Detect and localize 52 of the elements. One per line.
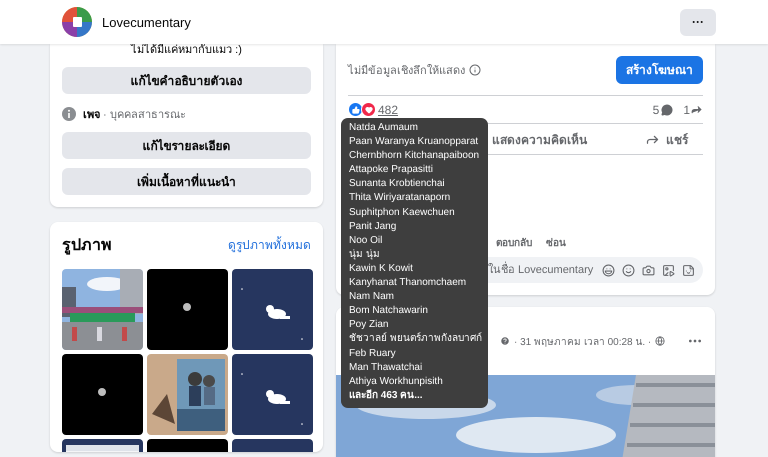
globe-icon [655,336,666,346]
comment-count[interactable]: 5 [652,102,660,116]
reactor-name: Chernbhorn Kitchanapaiboon [349,149,480,164]
reactor-name: Man Thawatchai [349,360,424,375]
more-reactors-text: และอีก 463 คน... [349,388,424,403]
page-avatar[interactable] [62,7,92,37]
reactor-name: Natda Aumaum [349,121,419,135]
insights-text: ไม่มีข้อมูลเชิงลึกให้แสดง [348,63,465,78]
page-category: เพจ · บุคคลสาธารณะ [83,108,186,123]
reactor-name: Paan Waranya Kruanopparat [349,135,480,150]
camera-icon[interactable] [642,264,655,276]
comment-field[interactable]: ในชื่อ Lovecumentary [488,260,595,280]
help-icon [500,336,510,346]
reactor-name: Kawin K Kowit [349,262,414,276]
reactor-name: Poy Zian [349,318,390,332]
info-icon [469,64,481,76]
reactor-name: Thita Wiriyaratanaporn [349,191,452,206]
share-count[interactable]: 1 [683,102,690,116]
see-all-photos-link[interactable]: ดูรูปภาพทั้งหมด [228,235,311,254]
page-action-button[interactable]: แก้ไขรายละเอียด [62,132,311,159]
comment-button[interactable]: แสดงความคิดเห็น [488,126,591,152]
reactor-name: Nam Nam [349,290,396,304]
post-meta: · 31 พฤษภาคม เวลา 00:28 น. · [514,336,652,348]
emoji-icon[interactable] [622,264,635,276]
edit-bio-button[interactable]: แก้ไขคำอธิบายตัวเอง [62,67,311,94]
reactor-name: Feb Ruary [349,346,397,360]
page-action-button[interactable]: เพิ่มเนื้อหาที่แนะนำ [62,168,311,195]
reactor-name: Noo Oil [349,234,384,248]
like-icon [348,102,363,117]
info-icon [62,107,76,121]
comment-icon [661,104,674,116]
share-icon [690,103,703,116]
reactor-name: Panit Jang [349,220,398,234]
reactor-name: Kanyhanat Thanomchaem [349,276,468,290]
photos-title: รูปภาพ [62,236,112,257]
page-name: Lovecumentary [102,14,192,30]
gif-icon[interactable] [662,264,675,276]
sticker-icon[interactable] [682,264,695,276]
reactor-name: Sunanta Krobtienchai [349,177,446,192]
reaction-count[interactable]: 482 [378,102,398,116]
reactor-name: Athiya Workhunpisith [349,374,444,389]
more-button[interactable]: ··· [680,8,716,36]
comment-action-link[interactable]: ซ่อน [546,235,566,250]
reactor-name: Suphitphon Kaewchuen [349,206,456,220]
reactor-name: ชัชวาลย์ พยนตร์ภาพกังลบาศก์ [349,332,480,346]
share-button[interactable]: แชร์ [641,126,692,152]
boost-button[interactable]: สร้างโฆษณา [616,56,703,84]
reactor-name: Bom Natchawarin [349,304,429,318]
bio-text: ไม่ได้มีแค่หมากับแมว :) [130,43,243,58]
reactor-name: Attapoke Prapasitti [349,163,434,178]
reactor-name: นุ่ม นุ่ม [349,248,381,262]
comment-action-link[interactable]: ตอบกลับ [496,235,532,250]
